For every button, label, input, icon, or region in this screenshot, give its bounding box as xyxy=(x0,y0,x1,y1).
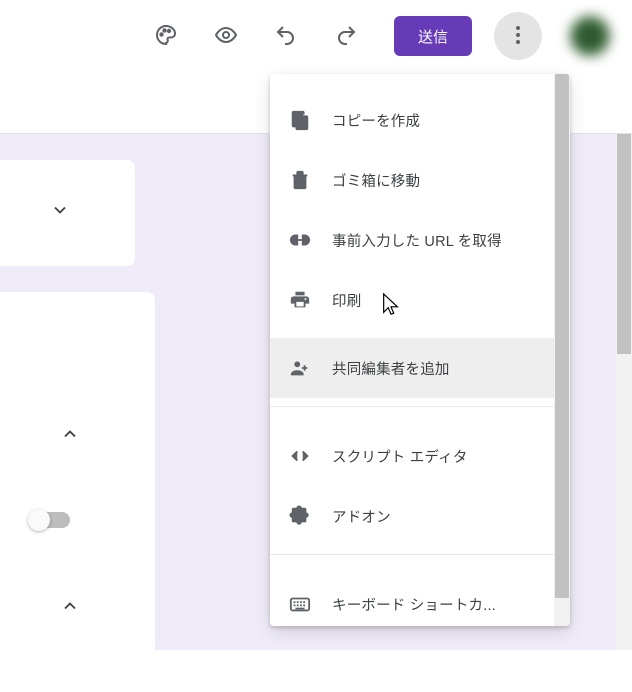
link-icon xyxy=(288,228,312,252)
toggle-knob xyxy=(28,509,50,531)
more-menu-button[interactable] xyxy=(494,12,542,60)
redo-button[interactable] xyxy=(326,16,366,56)
menu-item-print[interactable]: 印刷 xyxy=(270,270,554,330)
menu-item-move-to-trash[interactable]: ゴミ箱に移動 xyxy=(270,150,554,210)
menu-item-label: ゴミ箱に移動 xyxy=(332,170,420,191)
form-card[interactable] xyxy=(0,292,155,692)
menu-item-label: 印刷 xyxy=(332,290,361,311)
more-vert-icon xyxy=(506,23,530,50)
expand-toggle[interactable] xyxy=(60,424,80,444)
avatar[interactable] xyxy=(570,16,610,56)
menu-item-label: コピーを作成 xyxy=(332,110,420,131)
scrollbar-thumb[interactable] xyxy=(555,74,569,598)
required-toggle[interactable] xyxy=(30,512,70,528)
undo-icon xyxy=(274,23,298,50)
menu-item-label: アドオン xyxy=(332,506,391,527)
form-card[interactable] xyxy=(0,160,135,266)
palette-icon xyxy=(154,23,178,50)
menu-separator xyxy=(270,406,554,426)
trash-icon xyxy=(288,168,312,192)
menu-item-make-copy[interactable]: コピーを作成 xyxy=(270,90,554,150)
toolbar: 送信 xyxy=(0,0,632,72)
menu-item-addons[interactable]: アドオン xyxy=(270,486,554,546)
menu-item-get-prefilled-link[interactable]: 事前入力した URL を取得 xyxy=(270,210,554,270)
menu-separator xyxy=(270,554,554,574)
add-collaborator-icon xyxy=(288,356,312,380)
scrollbar-thumb[interactable] xyxy=(617,134,631,354)
collapse-toggle[interactable] xyxy=(50,200,70,220)
eye-icon xyxy=(214,23,238,50)
menu-item-script-editor[interactable]: スクリプト エディタ xyxy=(270,426,554,486)
copy-icon xyxy=(288,108,312,132)
customize-theme-button[interactable] xyxy=(146,16,186,56)
menu-item-label: 事前入力した URL を取得 xyxy=(332,230,502,251)
menu-item-label: キーボード ショートカ... xyxy=(332,594,496,615)
menu-item-keyboard-shortcuts[interactable]: キーボード ショートカ... xyxy=(270,574,554,626)
menu-scrollbar[interactable] xyxy=(554,74,570,626)
menu-item-label: スクリプト エディタ xyxy=(332,446,468,467)
page-scrollbar[interactable] xyxy=(616,134,632,650)
print-icon xyxy=(288,288,312,312)
more-menu-dropdown: コピーを作成 ゴミ箱に移動 事前入力した URL を取得 印刷 共同編集者を追加 xyxy=(270,74,570,626)
undo-button[interactable] xyxy=(266,16,306,56)
preview-button[interactable] xyxy=(206,16,246,56)
menu-item-add-collaborators[interactable]: 共同編集者を追加 xyxy=(270,338,554,398)
redo-icon xyxy=(334,23,358,50)
addon-icon xyxy=(288,504,312,528)
code-icon xyxy=(288,444,312,468)
send-button[interactable]: 送信 xyxy=(394,16,472,56)
keyboard-icon xyxy=(288,592,312,616)
menu-item-label: 共同編集者を追加 xyxy=(332,358,450,379)
expand-toggle[interactable] xyxy=(60,596,80,616)
